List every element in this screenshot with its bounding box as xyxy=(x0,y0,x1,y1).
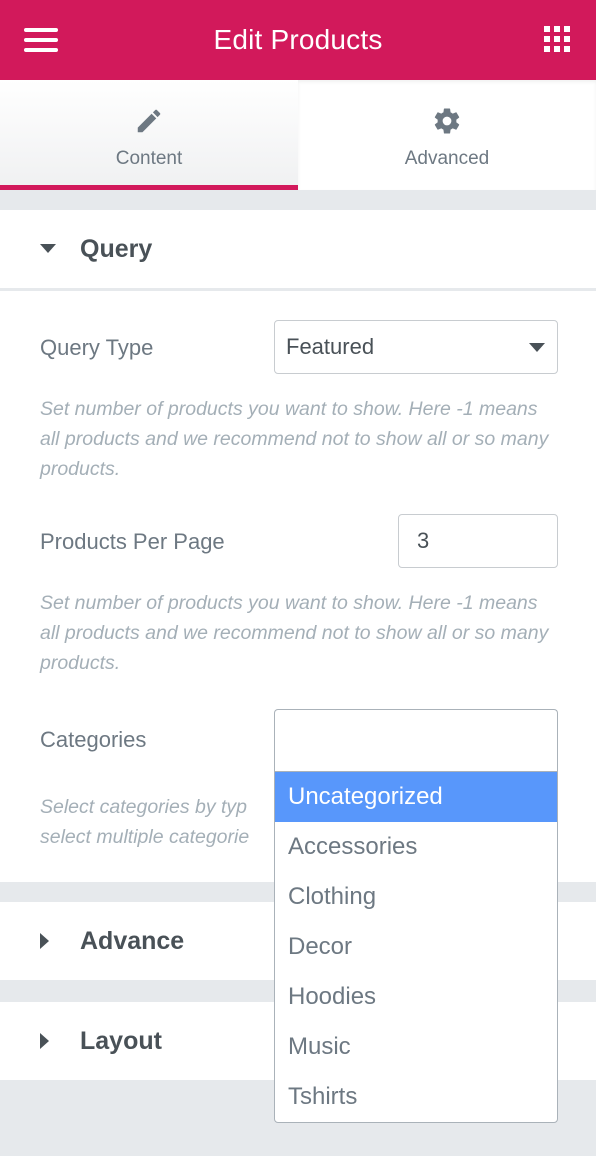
categories-description: Select categories by typ select multiple… xyxy=(40,796,250,848)
categories-search-input[interactable] xyxy=(274,709,558,773)
category-option-music[interactable]: Music xyxy=(275,1022,557,1072)
per-page-label: Products Per Page xyxy=(40,529,225,554)
query-type-select[interactable]: Featured xyxy=(274,320,558,374)
section-query-header[interactable]: Query xyxy=(0,210,596,288)
pencil-icon xyxy=(134,106,164,136)
divider xyxy=(0,190,596,210)
grid-icon[interactable] xyxy=(544,26,572,54)
hamburger-icon[interactable] xyxy=(24,26,58,54)
category-option-uncategorized[interactable]: Uncategorized xyxy=(275,772,557,822)
caret-right-icon xyxy=(40,933,49,949)
section-layout-label: Layout xyxy=(80,1026,162,1055)
categories-label: Categories xyxy=(40,727,147,752)
categories-dropdown: Uncategorized Accessories Clothing Decor… xyxy=(274,771,558,1123)
category-option-decor[interactable]: Decor xyxy=(275,922,557,972)
category-option-accessories[interactable]: Accessories xyxy=(275,822,557,872)
chevron-down-icon xyxy=(529,343,545,352)
category-option-tshirts[interactable]: Tshirts xyxy=(275,1072,557,1122)
category-option-clothing[interactable]: Clothing xyxy=(275,872,557,922)
tab-content-label: Content xyxy=(115,148,183,169)
query-type-label: Query Type xyxy=(40,335,154,360)
tab-advanced[interactable]: Advanced xyxy=(298,80,596,190)
tab-advanced-label: Advanced xyxy=(404,148,490,169)
query-type-value: Featured xyxy=(286,334,375,359)
section-advance-label: Advance xyxy=(80,926,185,955)
per-page-description: Set number of products you want to show.… xyxy=(40,592,549,674)
category-option-hoodies[interactable]: Hoodies xyxy=(275,972,557,1022)
gear-icon xyxy=(432,106,462,136)
per-page-input[interactable] xyxy=(398,514,558,568)
panel-tabs: Content Advanced xyxy=(0,80,596,190)
editor-header: Edit Products xyxy=(0,0,596,80)
panel-title: Edit Products xyxy=(213,24,383,55)
caret-right-icon xyxy=(40,1033,49,1049)
caret-down-icon xyxy=(40,244,56,253)
tab-content[interactable]: Content xyxy=(0,80,298,190)
section-query-label: Query xyxy=(80,234,153,263)
query-type-description: Set number of products you want to show.… xyxy=(40,398,549,480)
